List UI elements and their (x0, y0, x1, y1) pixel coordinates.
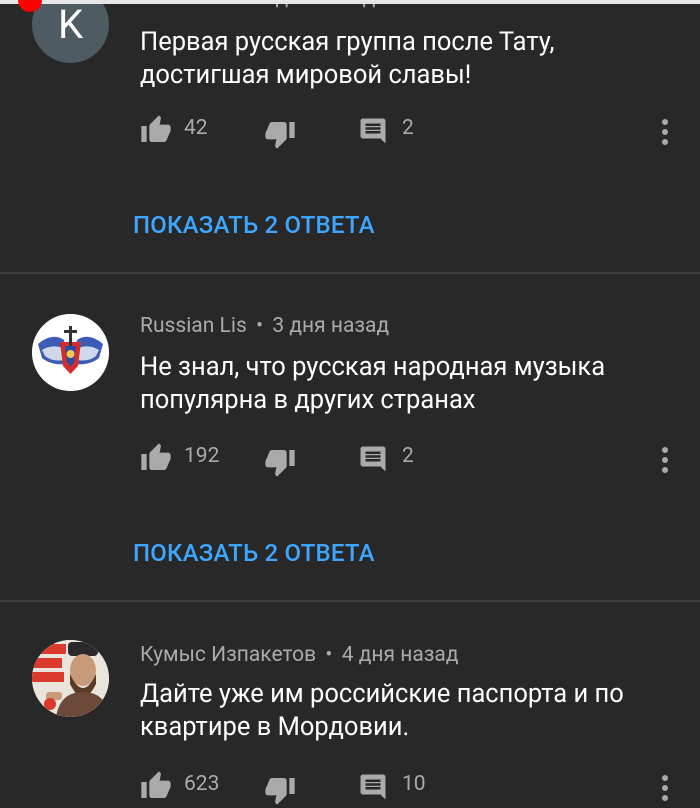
comment-3: Кумыс Изпакетов • 4 дня назад Дайте уже … (0, 602, 700, 807)
comment-actions: 623 10 (0, 768, 700, 808)
comment-2: Russian Lis • 3 дня назад Не знал, что р… (0, 274, 700, 600)
avatar[interactable] (32, 640, 109, 717)
thumb-down-icon[interactable] (264, 118, 296, 150)
comment-text: Не знал, что русская народная музыка поп… (140, 351, 680, 417)
comment-text-line: Дайте уже им российские паспорта и по (140, 679, 624, 709)
show-replies-button[interactable]: ПОКАЗАТЬ 2 ОТВЕТА (133, 211, 375, 239)
reply-count: 2 (402, 116, 414, 140)
like-count: 192 (184, 444, 220, 468)
thumb-down-icon[interactable] (264, 446, 296, 478)
show-replies-button[interactable]: ПОКАЗАТЬ 2 ОТВЕТА (133, 539, 375, 567)
reply-count: 2 (402, 444, 414, 468)
comment-text: Дайте уже им российские паспорта и по кв… (140, 678, 680, 744)
comment-text-line: Первая русская группа после Тату, (140, 27, 555, 57)
comment-time: 3 дня назад (272, 314, 390, 338)
meta-separator: • (256, 314, 264, 338)
comment-text-line: Не знал, что русская народная музыка (140, 352, 606, 382)
author-name[interactable]: Кумыс Изпакетов (140, 643, 316, 667)
like-count: 623 (184, 772, 220, 796)
avatar[interactable] (32, 314, 109, 391)
meta-separator: • (325, 643, 333, 667)
avatar-letter: K (57, 1, 84, 48)
more-vert-icon[interactable] (655, 772, 675, 804)
comment-meta: Кумыс Изпакетов • 4 дня назад (140, 643, 459, 667)
comment-actions: 192 2 (0, 440, 700, 480)
thumb-up-icon[interactable] (140, 114, 172, 146)
person-poster-avatar-icon (32, 640, 109, 717)
thumb-up-icon[interactable] (140, 770, 172, 802)
video-progress-bar[interactable] (0, 0, 700, 4)
thumb-down-icon[interactable] (264, 774, 296, 806)
comment-icon[interactable] (358, 116, 388, 146)
comment-icon[interactable] (358, 444, 388, 474)
avatar[interactable]: K (32, 0, 109, 63)
comment-icon[interactable] (358, 772, 388, 802)
more-vert-icon[interactable] (655, 444, 675, 476)
comment-actions: 42 2 (0, 112, 700, 152)
comment-text-line: достигшая мировой славы! (140, 60, 472, 90)
comment-text: Первая русская группа после Тату, достиг… (140, 26, 680, 92)
comment-time: 4 дня назад (341, 643, 459, 667)
emblem-avatar-icon (32, 314, 109, 391)
comment-meta: Russian Lis • 3 дня назад (140, 314, 389, 338)
thumb-up-icon[interactable] (140, 442, 172, 474)
like-count: 42 (184, 116, 208, 140)
comment-text-line: квартире в Мордовии. (140, 712, 410, 742)
comment-1: K Kenobi Obi • 3 дня назад Первая русска… (0, 0, 700, 272)
comment-text-line: популярна в других странах (140, 385, 476, 415)
reply-count: 10 (402, 772, 426, 796)
more-vert-icon[interactable] (655, 116, 675, 148)
author-name[interactable]: Russian Lis (140, 314, 247, 338)
